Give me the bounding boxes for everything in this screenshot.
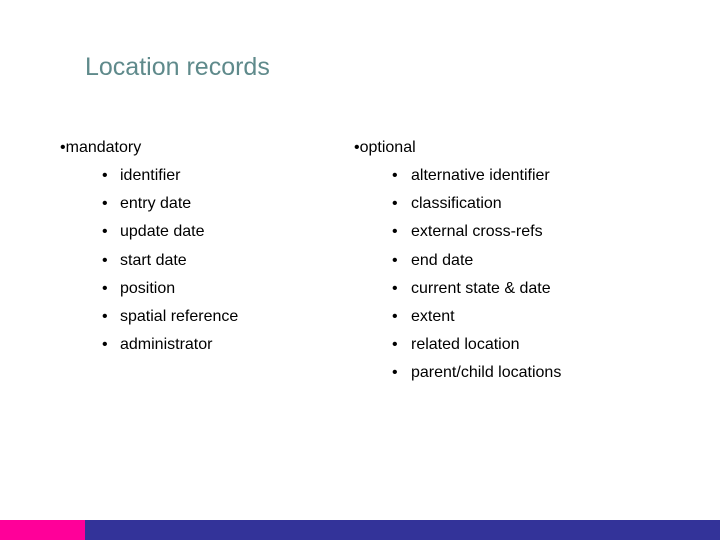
list-item: • extent: [354, 307, 455, 335]
list-item: • classification: [354, 194, 502, 222]
footer-bar: [0, 520, 720, 540]
bullet-icon: •: [102, 307, 108, 325]
list-item-label: current state & date: [411, 279, 551, 297]
bullet-icon: •: [392, 251, 398, 269]
bullet-icon: •: [392, 223, 398, 241]
list-item: • entry date: [60, 194, 191, 222]
list-item: • alternative identifier: [354, 166, 550, 194]
list-item-label: end date: [411, 251, 474, 269]
list-item: • parent/child locations: [354, 363, 561, 391]
mandatory-heading-label: mandatory: [65, 139, 142, 156]
list-item: • related location: [354, 335, 520, 363]
bullet-icon: •: [392, 364, 398, 382]
list-item: • current state & date: [354, 279, 551, 307]
optional-heading-label: optional: [359, 139, 416, 156]
list-item-label: parent/child locations: [411, 364, 562, 382]
list-item-label: spatial reference: [120, 307, 239, 325]
optional-list: • alternative identifier • classification …: [354, 166, 561, 392]
mandatory-heading: •mandatory: [60, 138, 141, 158]
footer-bar-accent: [0, 520, 85, 540]
list-item: • external cross-refs: [354, 222, 543, 250]
bullet-icon: •: [392, 195, 398, 213]
list-item-label: start date: [120, 251, 187, 269]
bullet-icon: •: [102, 195, 108, 213]
list-item-label: identifier: [120, 167, 181, 184]
optional-column: •optional • alternative identifier • class…: [354, 138, 561, 392]
list-item-label: position: [120, 279, 176, 297]
list-item: • spatial reference: [60, 307, 238, 335]
list-item: • position: [60, 279, 175, 307]
bullet-icon: •: [102, 336, 108, 354]
list-item: • identifier: [60, 166, 180, 194]
bullet-icon: •: [102, 167, 108, 184]
bullet-icon: •: [102, 279, 108, 297]
mandatory-list: • identifier • entry date • update date • st…: [60, 166, 238, 363]
slide-title: Location records: [85, 53, 270, 81]
bullet-icon: •: [392, 167, 398, 184]
mandatory-column: •mandatory • identifier • entry date • upda…: [60, 138, 238, 363]
list-item-label: update date: [120, 223, 205, 241]
list-item-label: related location: [411, 336, 520, 354]
list-item: • start date: [60, 251, 187, 279]
bullet-icon: •: [392, 307, 398, 325]
list-item: • update date: [60, 222, 205, 250]
list-item: • administrator: [60, 335, 212, 363]
list-item: • end date: [354, 251, 473, 279]
list-item-label: extent: [411, 307, 455, 325]
list-item-label: administrator: [120, 336, 213, 354]
list-item-label: entry date: [120, 195, 192, 213]
bullet-icon: •: [102, 223, 108, 241]
list-item-label: external cross-refs: [411, 223, 543, 241]
bullet-icon: •: [392, 336, 398, 354]
bullet-icon: •: [392, 279, 398, 297]
bullet-icon: •: [102, 251, 108, 269]
optional-heading: •optional: [354, 138, 416, 158]
list-item-label: classification: [411, 195, 502, 213]
list-item-label: alternative identifier: [411, 167, 550, 184]
